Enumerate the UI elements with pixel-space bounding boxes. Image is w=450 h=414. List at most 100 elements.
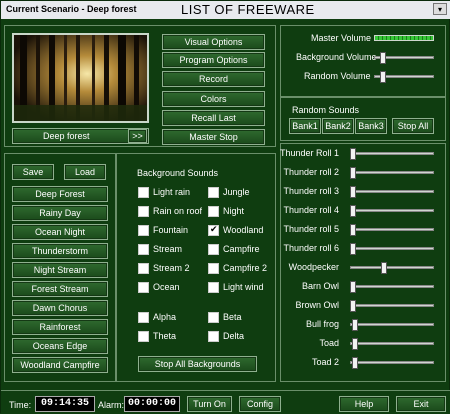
- random-slider-barn-owl[interactable]: [350, 281, 434, 293]
- checkbox-label-rain-on-roof: Rain on roof: [153, 206, 203, 216]
- random-slider-toad[interactable]: [350, 338, 434, 350]
- checkbox-fountain[interactable]: [138, 225, 149, 236]
- checkbox-label-theta: Theta: [153, 331, 177, 341]
- checkbox-label-fountain: Fountain: [153, 225, 189, 235]
- checkbox-delta[interactable]: [208, 331, 219, 342]
- random-slider-thunder-roll-4-knob[interactable]: [350, 205, 356, 217]
- visual-options-button[interactable]: Visual Options: [162, 34, 265, 50]
- checkbox-stream-2[interactable]: [138, 263, 149, 274]
- volume-label-random-volume: Random Volume: [304, 71, 371, 81]
- app-window: Current Scenario - Deep forest LIST OF F…: [0, 0, 450, 414]
- random-label-brown-owl: Brown Owl: [295, 300, 339, 310]
- checkbox-label-stream-2: Stream 2: [153, 263, 190, 273]
- title-bar: Current Scenario - Deep forest LIST OF F…: [1, 1, 450, 19]
- checkbox-light-rain[interactable]: [138, 187, 149, 198]
- random-slider-thunder-roll-5[interactable]: [350, 224, 434, 236]
- random-label-toad: Toad: [319, 338, 339, 348]
- bank1-button[interactable]: Bank1: [289, 118, 321, 134]
- random-label-thunder-roll-6: Thunder roll 6: [283, 243, 339, 253]
- random-slider-thunder-roll-3[interactable]: [350, 186, 434, 198]
- scenario-item-dawn-chorus[interactable]: Dawn Chorus: [12, 300, 108, 316]
- turn-on-button[interactable]: Turn On: [187, 396, 232, 412]
- random-slider-thunder-roll-6[interactable]: [350, 243, 434, 255]
- program-options-button[interactable]: Program Options: [162, 52, 265, 68]
- record-button[interactable]: Record: [162, 71, 265, 87]
- checkbox-campfire[interactable]: [208, 244, 219, 255]
- random-slider-woodpecker-knob[interactable]: [381, 262, 388, 274]
- exit-button[interactable]: Exit: [396, 396, 446, 412]
- checkbox-beta[interactable]: [208, 312, 219, 323]
- recall-last-button[interactable]: Recall Last: [162, 110, 265, 126]
- scenario-item-night-stream[interactable]: Night Stream: [12, 262, 108, 278]
- checkbox-ocean[interactable]: [138, 282, 149, 293]
- volume-slider-random-volume[interactable]: [374, 71, 434, 83]
- random-slider-bull-frog-knob[interactable]: [352, 319, 359, 331]
- background-sounds-heading: Background Sounds: [137, 168, 219, 178]
- random-slider-thunder-roll-4[interactable]: [350, 205, 434, 217]
- scenario-item-deep-forest[interactable]: Deep Forest: [12, 186, 108, 202]
- random-slider-thunder-roll-2[interactable]: [350, 167, 434, 179]
- forest-picture: [14, 35, 147, 121]
- scenario-item-oceans-edge[interactable]: Oceans Edge: [12, 338, 108, 354]
- random-slider-thunder-roll-3-knob[interactable]: [350, 186, 356, 198]
- bank3-button[interactable]: Bank3: [355, 118, 387, 134]
- scenario-item-woodland-campfire[interactable]: Woodland Campfire: [12, 357, 108, 373]
- random-label-woodpecker: Woodpecker: [288, 262, 339, 272]
- checkbox-night[interactable]: [208, 206, 219, 217]
- checkbox-rain-on-roof[interactable]: [138, 206, 149, 217]
- checkbox-label-light-wind: Light wind: [223, 282, 264, 292]
- help-button[interactable]: Help: [339, 396, 389, 412]
- checkbox-theta[interactable]: [138, 331, 149, 342]
- scenario-item-forest-stream[interactable]: Forest Stream: [12, 281, 108, 297]
- checkbox-stream[interactable]: [138, 244, 149, 255]
- scenario-item-ocean-night[interactable]: Ocean Night: [12, 224, 108, 240]
- save-button[interactable]: Save: [12, 164, 54, 180]
- random-slider-thunder-roll-1-knob[interactable]: [350, 148, 356, 160]
- random-slider-thunder-roll-3-track: [350, 190, 434, 193]
- config-button[interactable]: Config: [239, 396, 281, 412]
- checkbox-woodland[interactable]: [208, 224, 219, 236]
- scenario-item-thunderstorm[interactable]: Thunderstorm: [12, 243, 108, 259]
- random-slider-woodpecker-track: [350, 266, 434, 269]
- checkbox-label-campfire: Campfire: [223, 244, 260, 254]
- stop-all-backgrounds-button[interactable]: Stop All Backgrounds: [138, 356, 257, 372]
- checkbox-label-light-rain: Light rain: [153, 187, 191, 197]
- checkbox-campfire-2[interactable]: [208, 263, 219, 274]
- random-slider-thunder-roll-5-knob[interactable]: [350, 224, 356, 236]
- volume-slider-background-volume[interactable]: [374, 52, 434, 64]
- checkbox-jungle[interactable]: [208, 187, 219, 198]
- scenario-item-rainforest[interactable]: Rainforest: [12, 319, 108, 335]
- random-slider-thunder-roll-1[interactable]: [350, 148, 434, 160]
- random-slider-woodpecker[interactable]: [350, 262, 434, 274]
- random-slider-toad-2-knob[interactable]: [352, 357, 359, 369]
- random-slider-toad-2[interactable]: [350, 357, 434, 369]
- random-label-bull-frog: Bull frog: [305, 319, 339, 329]
- random-slider-bull-frog[interactable]: [350, 319, 434, 331]
- next-scene-button[interactable]: >>: [128, 129, 147, 143]
- checkbox-label-jungle: Jungle: [223, 187, 250, 197]
- bank2-button[interactable]: Bank2: [322, 118, 354, 134]
- random-slider-thunder-roll-6-knob[interactable]: [350, 243, 356, 255]
- volume-slider-background-volume-knob[interactable]: [380, 52, 387, 64]
- random-slider-toad-knob[interactable]: [352, 338, 359, 350]
- alarm-display[interactable]: 00:00:00: [124, 396, 180, 412]
- checkbox-light-wind[interactable]: [208, 282, 219, 293]
- random-label-barn-owl: Barn Owl: [301, 281, 339, 291]
- random-label-thunder-roll-3: Thunder roll 3: [283, 186, 339, 196]
- dropdown-button[interactable]: ▾: [433, 3, 447, 15]
- checkbox-alpha[interactable]: [138, 312, 149, 323]
- random-slider-brown-owl[interactable]: [350, 300, 434, 312]
- load-button[interactable]: Load: [64, 164, 106, 180]
- volume-label-background-volume: Background Volume: [296, 52, 377, 62]
- master-stop-button[interactable]: Master Stop: [162, 129, 265, 145]
- checkbox-label-beta: Beta: [223, 312, 242, 322]
- random-slider-brown-owl-knob[interactable]: [350, 300, 356, 312]
- scenario-item-rainy-day[interactable]: Rainy Day: [12, 205, 108, 221]
- volume-slider-random-volume-knob[interactable]: [380, 71, 387, 83]
- random-label-thunder-roll-1: Thunder Roll 1: [279, 148, 339, 158]
- master-volume-meter[interactable]: [374, 35, 434, 41]
- random-slider-thunder-roll-2-knob[interactable]: [350, 167, 356, 179]
- colors-button[interactable]: Colors: [162, 91, 265, 107]
- random-slider-barn-owl-knob[interactable]: [350, 281, 356, 293]
- stop-all-random-button[interactable]: Stop All: [392, 118, 434, 134]
